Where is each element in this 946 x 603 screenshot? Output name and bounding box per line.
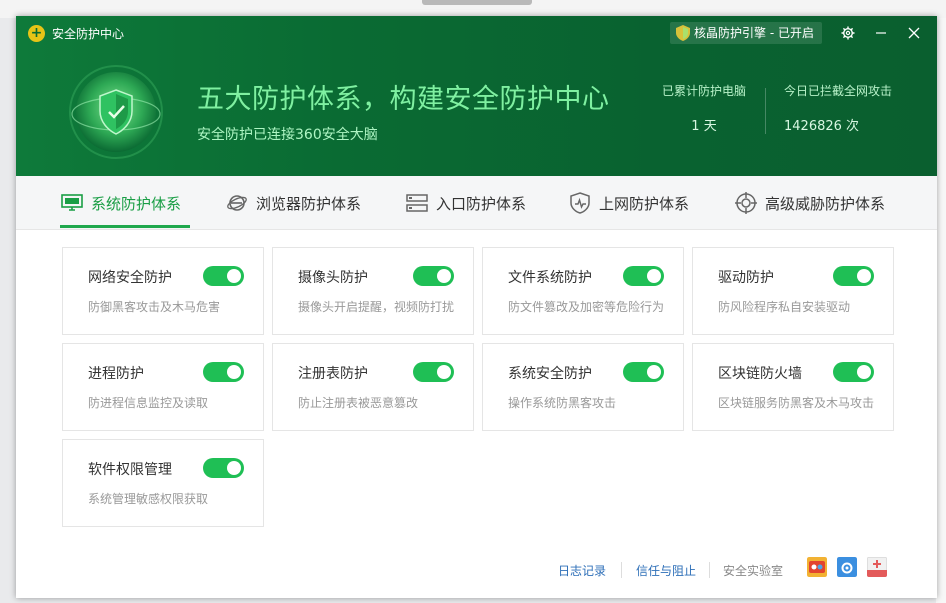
header-subline: 安全防护已连接360安全大脑: [197, 127, 378, 143]
card-title: 系统安全防护: [508, 366, 592, 382]
card-blockchain-firewall: 区块链防火墙 区块链服务防黑客及木马攻击: [692, 343, 894, 431]
tab-internet-protection[interactable]: 上网防护体系: [569, 176, 689, 230]
tab-system-protection[interactable]: 系统防护体系: [61, 176, 181, 230]
stat-label: 已累计防护电脑: [662, 84, 747, 98]
card-description: 防止注册表被恶意篡改: [298, 396, 419, 410]
footer-divider: [621, 562, 622, 578]
stat-protected-days: 已累计防护电脑 1 天: [662, 82, 746, 134]
card-title: 区块链防火墙: [718, 366, 802, 382]
tab-label: 入口防护体系: [436, 194, 527, 213]
close-icon: [908, 27, 920, 39]
header-banner: + 安全防护中心 核晶防护引擎 - 已开启 五大防护体系，构建安全防护中心 安全…: [16, 16, 937, 176]
close-button[interactable]: [903, 22, 925, 44]
card-description: 操作系统防黑客攻击: [508, 396, 617, 410]
entry-icon: [406, 194, 428, 212]
first-aid-tool-icon[interactable]: [867, 557, 887, 577]
background-app-edge: [936, 18, 946, 603]
stat-label: 今日已拦截全网攻击: [784, 84, 893, 98]
card-description: 防文件篡改及加密等危险行为: [508, 300, 665, 314]
tab-label: 上网防护体系: [599, 194, 690, 213]
card-title: 文件系统防护: [508, 270, 592, 286]
card-registry-protection: 注册表防护 防止注册表被恶意篡改: [272, 343, 474, 431]
engine-shield-icon: [676, 25, 690, 41]
settings-button[interactable]: [837, 22, 859, 44]
app-logo-icon: +: [28, 25, 45, 42]
browser-icon: [227, 195, 247, 211]
toggle-switch[interactable]: [413, 362, 454, 382]
toggle-switch[interactable]: [833, 362, 874, 382]
security-lab-label: 安全实验室: [723, 564, 784, 578]
tab-browser-protection[interactable]: 浏览器防护体系: [226, 176, 361, 230]
card-description: 摄像头开启提醒，视频防打扰: [298, 300, 455, 314]
stat-blocked-attacks: 今日已拦截全网攻击 1426826 次: [784, 82, 894, 134]
card-driver-protection: 驱动防护 防风险程序私自安装驱动: [692, 247, 894, 335]
settings-tool-icon[interactable]: [837, 557, 857, 577]
minimize-button[interactable]: [870, 22, 892, 44]
monitor-icon: [61, 194, 83, 211]
toggle-switch[interactable]: [833, 266, 874, 286]
card-software-permissions: 软件权限管理 系统管理敏感权限获取: [62, 439, 264, 527]
card-title: 注册表防护: [298, 366, 368, 382]
card-filesystem-protection: 文件系统防护 防文件篡改及加密等危险行为: [482, 247, 684, 335]
log-records-link[interactable]: 日志记录: [558, 562, 606, 579]
card-description: 防风险程序私自安装驱动: [718, 300, 851, 314]
toggle-switch[interactable]: [413, 266, 454, 286]
card-title: 网络安全防护: [88, 270, 172, 286]
tab-entry-protection[interactable]: 入口防护体系: [406, 176, 526, 230]
game-tool-icon[interactable]: [807, 557, 827, 577]
stat-value: 1426826 次: [784, 119, 860, 134]
card-network-protection: 网络安全防护 防御黑客攻击及木马危害: [62, 247, 264, 335]
tab-label: 浏览器防护体系: [256, 194, 362, 213]
footer-divider: [709, 562, 710, 578]
toggle-switch[interactable]: [623, 266, 664, 286]
protection-tabs: 系统防护体系 浏览器防护体系 入口防护体系 上网防护体系 高级威胁防护体系: [16, 176, 937, 230]
minimize-icon: [876, 32, 886, 34]
card-title: 进程防护: [88, 366, 144, 382]
card-description: 防进程信息监控及读取: [88, 396, 209, 410]
shield-globe-icon: [69, 65, 163, 159]
threat-icon: [735, 192, 757, 214]
card-title: 软件权限管理: [88, 462, 172, 478]
card-system-security: 系统安全防护 操作系统防黑客攻击: [482, 343, 684, 431]
engine-status-label: 核晶防护引擎 - 已开启: [694, 26, 814, 40]
gear-icon: [841, 26, 855, 40]
toggle-switch[interactable]: [203, 458, 244, 478]
engine-status-badge[interactable]: 核晶防护引擎 - 已开启: [670, 22, 822, 44]
tab-advanced-threat-protection[interactable]: 高级威胁防护体系: [735, 176, 885, 230]
app-title: 安全防护中心: [52, 27, 125, 41]
toggle-switch[interactable]: [203, 362, 244, 382]
card-camera-protection: 摄像头防护 摄像头开启提醒，视频防打扰: [272, 247, 474, 335]
card-description: 区块链服务防黑客及木马攻击: [718, 396, 875, 410]
card-title: 摄像头防护: [298, 270, 368, 286]
stat-value: 1 天: [691, 119, 717, 134]
card-description: 防御黑客攻击及木马危害: [88, 300, 221, 314]
header-headline: 五大防护体系，构建安全防护中心: [197, 84, 610, 115]
security-center-window: + 安全防护中心 核晶防护引擎 - 已开启 五大防护体系，构建安全防护中心 安全…: [16, 16, 937, 598]
background-tab: [422, 0, 532, 5]
toggle-switch[interactable]: [203, 266, 244, 286]
title-bar[interactable]: + 安全防护中心 核晶防护引擎 - 已开启: [16, 16, 937, 50]
tab-label: 系统防护体系: [91, 194, 182, 213]
active-tab-indicator: [60, 225, 190, 228]
card-title: 驱动防护: [718, 270, 774, 286]
trust-and-block-link[interactable]: 信任与阻止: [636, 562, 696, 579]
tab-label: 高级威胁防护体系: [765, 194, 886, 213]
stat-divider: [765, 88, 766, 134]
card-description: 系统管理敏感权限获取: [88, 492, 209, 506]
toggle-switch[interactable]: [623, 362, 664, 382]
card-process-protection: 进程防护 防进程信息监控及读取: [62, 343, 264, 431]
shield-icon: [570, 192, 590, 214]
